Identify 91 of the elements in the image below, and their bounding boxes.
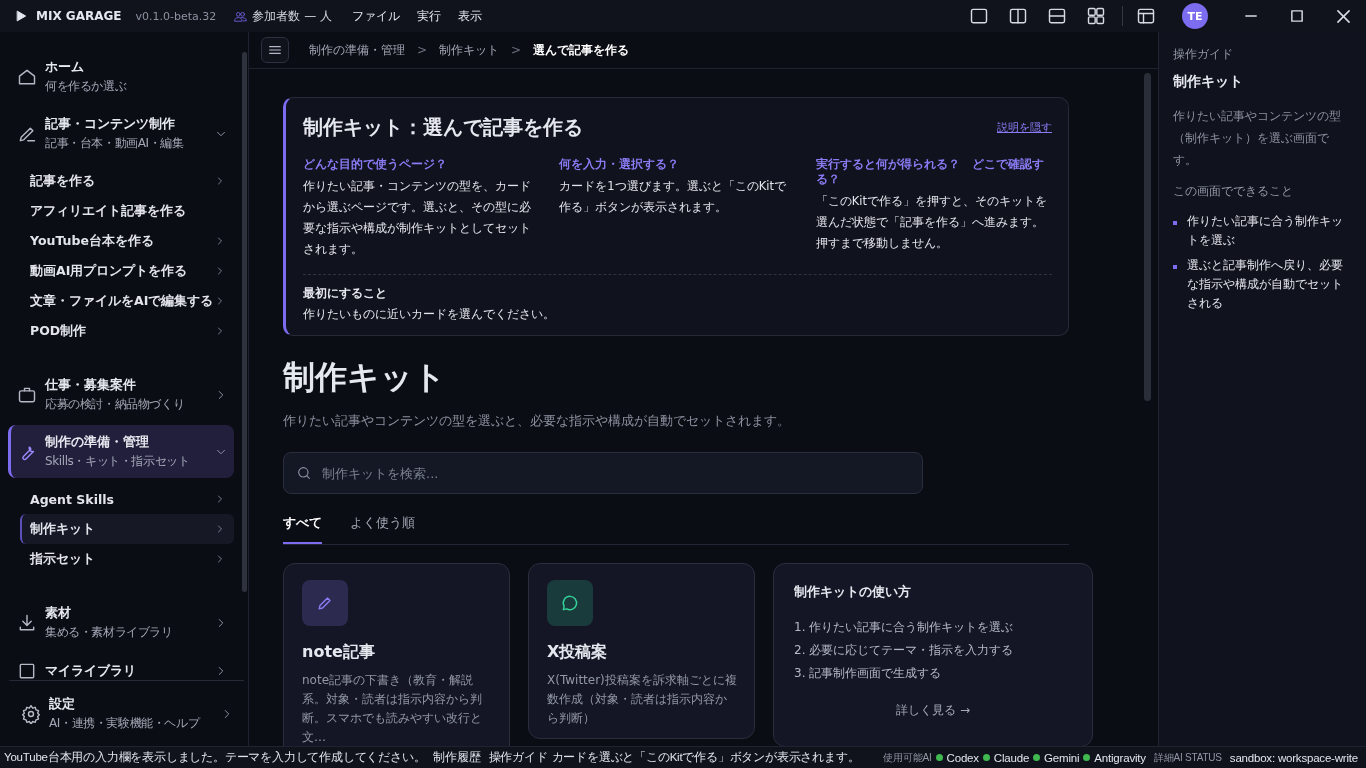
nav-item-label: アフィリエイト記事を作る — [30, 202, 186, 220]
nav-item[interactable]: アフィリエイト記事を作る — [20, 196, 234, 226]
status-message: YouTube台本用の入力欄を表示しました。テーマを入力して作成してください。 — [4, 750, 426, 765]
panel-label: 操作ガイド — [1173, 46, 1234, 63]
kit-card[interactable]: X投稿案 X(Twitter)投稿案を訴求軸ごとに複数作成（対象・読者は指示内容から判断） — [528, 563, 755, 739]
guide-item: 作りたい記事に合う制作キットを選ぶ — [1187, 213, 1344, 249]
panel-title: 制作キット — [1173, 73, 1244, 91]
breadcrumb-separator: > — [511, 43, 522, 57]
nav-item-label: 指示セット — [30, 550, 95, 568]
nav-group[interactable]: 仕事・募集案件 応募の検討・納品物づくり — [8, 368, 234, 421]
nav-item-label: POD制作 — [30, 322, 87, 340]
nav-subtitle: Skills・キット・指示セット — [45, 453, 191, 470]
agent-name: Claude — [993, 751, 1030, 764]
nav-label: 記事・コンテンツ制作 — [45, 115, 176, 133]
kit-description: note記事の下書き（教育・解説系。対象・読者は指示内容から判断。スマホでも読みやすい改行と文… — [302, 672, 483, 746]
info-title: 制作キット：選んで記事を作る — [303, 114, 583, 141]
nav-subtitle: 応募の検討・納品物づくり — [45, 396, 186, 413]
nav-label: 素材 — [45, 604, 72, 622]
guide-step: 3. 記事制作画面で生成する — [794, 665, 1072, 682]
nav-subtitle: 何を作るか選ぶ — [45, 78, 128, 95]
nav-subtitle: 記事・台本・動画AI・編集 — [45, 135, 185, 152]
status-link[interactable]: 制作履歴 — [433, 750, 481, 765]
agent-name: Antigravity — [1094, 751, 1146, 764]
nav-item[interactable]: 記事を作る — [20, 166, 234, 196]
kit-title: note記事 — [302, 642, 376, 663]
nav-label: 設定 — [49, 695, 76, 713]
first-step-heading: 最初にすること — [303, 285, 388, 302]
participant-count: 参加者数 — 人 — [252, 7, 332, 25]
nav-item-label: YouTube台本を作る — [30, 232, 154, 250]
agent-name: Codex — [946, 751, 979, 764]
ai-status-link[interactable]: 詳細AI STATUS — [1153, 750, 1222, 765]
status-link[interactable]: 操作ガイド — [488, 750, 548, 765]
nav-item-label: Agent Skills — [30, 491, 114, 507]
menu-item[interactable]: 実行 — [416, 7, 441, 25]
learn-more-link[interactable]: 詳しく見る → — [794, 702, 1072, 719]
answer-text: 作りたい記事・コンテンツの型を、カードから選ぶページです。選ぶと、その型に必要な指示や構成が制作キットとしてセットされます。 — [303, 178, 532, 258]
ai-label: 使用可能AI — [883, 750, 932, 765]
nav-subtitle: AI・連携・実験機能・ヘルプ — [49, 715, 201, 732]
nav-item-label: 動画AI用プロンプトを作る — [30, 262, 188, 280]
kit-description: X(Twitter)投稿案を訴求軸ごとに複数作成（対象・読者は指示内容から判断） — [547, 672, 738, 727]
answer-text: 「このKitで作る」を押すと、そのキットを選んだ状態で「記事を作る」へ進みます。押すまで移動しません。 — [815, 193, 1048, 252]
nav-label: マイライブラリ — [45, 662, 137, 680]
question-heading: どんな目的で使うページ？ — [303, 157, 448, 172]
question-heading: 何を入力・選択する？ — [559, 157, 681, 172]
menu-item[interactable]: ファイル — [351, 7, 400, 25]
nav-group[interactable]: 制作の準備・管理 Skills・キット・指示セット — [8, 425, 234, 478]
section-heading: この画面でできること — [1173, 183, 1294, 200]
breadcrumb-item[interactable]: 制作キット — [439, 41, 500, 59]
nav-item-label: 文章・ファイルをAIで編集する — [30, 292, 214, 310]
nav-item[interactable]: 制作キット — [20, 514, 234, 544]
version-label: v0.1.0-beta.32 — [135, 9, 217, 23]
page-title: 制作キット — [283, 357, 447, 398]
nav-item[interactable]: 文章・ファイルをAIで編集する — [20, 286, 234, 316]
nav-label: 制作の準備・管理 — [45, 433, 150, 451]
nav-label: 仕事・募集案件 — [45, 376, 137, 394]
menu-item[interactable]: 表示 — [457, 7, 482, 25]
user-avatar[interactable]: TE — [1182, 3, 1208, 29]
guide-item: 選ぶと記事制作へ戻り、必要な指示や構成が自動でセットされる — [1187, 257, 1344, 312]
guide-step: 2. 必要に応じてテーマ・指示を入力する — [794, 642, 1072, 659]
filter-tab[interactable]: よく使う順 — [350, 510, 415, 544]
kit-title: X投稿案 — [547, 642, 609, 663]
nav-item-label: 記事を作る — [30, 172, 95, 190]
nav-item[interactable]: 動画AI用プロンプトを作る — [20, 256, 234, 286]
first-step-text: 作りたいものに近いカードを選んでください。 — [303, 306, 556, 323]
nav-item[interactable]: Agent Skills — [20, 484, 234, 514]
answer-text: カードを1つ選びます。選ぶと「このKitで作る」ボタンが表示されます。 — [559, 178, 787, 216]
nav-group[interactable]: ホーム 何を作るか選ぶ — [8, 50, 234, 103]
nav-item[interactable]: YouTube台本を作る — [20, 226, 234, 256]
status-hint: カードを選ぶと「このKitで作る」ボタンが表示されます。 — [551, 750, 860, 765]
breadcrumb-separator: > — [417, 43, 428, 57]
nav-subtitle: 集める・素材ライブラリ — [45, 624, 174, 641]
question-heading: 実行すると何が得られる？ どこで確認する？ — [815, 157, 1045, 187]
panel-description: 作りたい記事やコンテンツの型（制作キット）を選ぶ画面です。 — [1173, 108, 1342, 169]
guide-title: 制作キットの使い方 — [794, 584, 912, 601]
nav-item[interactable]: 指示セット — [20, 544, 234, 574]
nav-group[interactable]: 素材 集める・素材ライブラリ — [8, 596, 234, 649]
search-field[interactable]: 制作キットを検索... — [283, 452, 923, 494]
filter-tab[interactable]: すべて — [283, 510, 322, 544]
nav-item-label: 制作キット — [30, 520, 95, 538]
nav-item[interactable]: POD制作 — [20, 316, 234, 346]
hide-description-link[interactable]: 説明を隠す — [997, 120, 1052, 135]
page-subtitle: 作りたい記事やコンテンツの型を選ぶと、必要な指示や構成が自動でセットされます。 — [283, 412, 791, 430]
agent-name: Gemini — [1044, 751, 1080, 764]
breadcrumb-item: 選んで記事を作る — [533, 41, 630, 59]
app-name: MIX GARAGE — [36, 9, 122, 23]
breadcrumb-item[interactable]: 制作の準備・管理 — [309, 41, 405, 59]
nav-label: ホーム — [45, 58, 85, 76]
kit-card[interactable]: note記事 note記事の下書き（教育・解説系。対象・読者は指示内容から判断。スマホでも読みやすい改行と文… — [283, 563, 510, 746]
sandbox-label: sandbox: workspace-write — [1229, 751, 1358, 764]
nav-group[interactable]: 記事・コンテンツ制作 記事・台本・動画AI・編集 — [8, 107, 234, 160]
guide-step: 1. 作りたい記事に合う制作キットを選ぶ — [794, 619, 1072, 636]
